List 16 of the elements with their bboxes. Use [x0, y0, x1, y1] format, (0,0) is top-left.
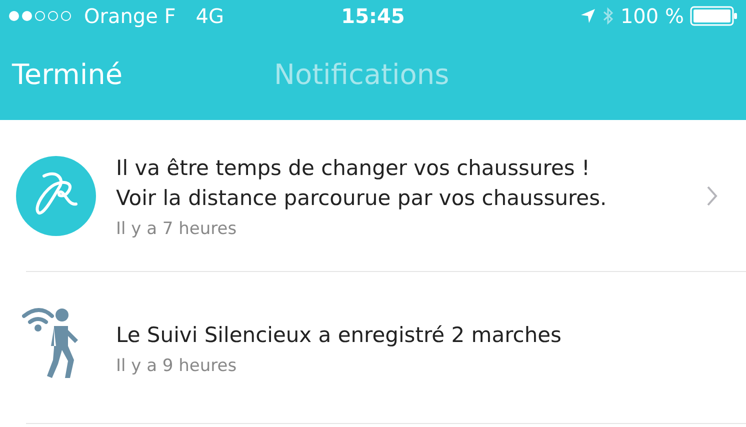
- battery-icon: [690, 6, 738, 26]
- screen-title: Notifications: [274, 58, 450, 91]
- bluetooth-icon: [602, 7, 614, 25]
- carrier-name: Orange F: [84, 4, 176, 28]
- notification-text: Voir la distance parcourue par vos chaussures.: [116, 184, 608, 212]
- timestamp: Il y a 9 heures: [116, 356, 238, 376]
- notification-text: Il va être temps de changer vos chaussures !: [116, 154, 591, 182]
- battery-percent: 100 %: [620, 4, 684, 28]
- notification-text: Le Suivi Silencieux a enregistré 2 marches: [116, 322, 563, 348]
- done-button[interactable]: Terminé: [0, 58, 123, 90]
- network-type: 4G: [196, 4, 224, 28]
- app-logo-icon: [16, 156, 96, 236]
- clock: 15:45: [341, 4, 405, 28]
- chevron-icon[interactable]: [706, 184, 718, 206]
- timestamp: Il y a 7 heures: [116, 218, 238, 238]
- location-icon: [580, 8, 596, 24]
